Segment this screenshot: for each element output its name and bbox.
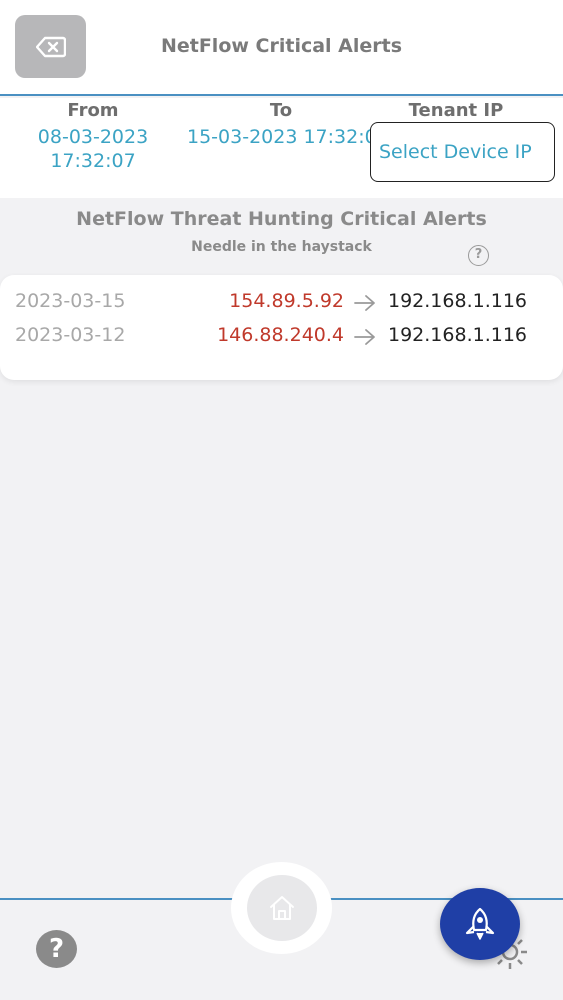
device-ip-placeholder: Select Device IP [379, 141, 532, 163]
date-filters: From 08-03-2023 17:32:07 To 15-03-2023 1… [0, 98, 563, 198]
alert-dest-ip: 192.168.1.116 [388, 290, 528, 312]
help-button[interactable]: ? [36, 930, 77, 968]
top-header: NetFlow Critical Alerts [0, 0, 563, 96]
section-title: NetFlow Threat Hunting Critical Alerts [76, 208, 487, 230]
rocket-fab-button[interactable] [440, 888, 520, 960]
alert-dest-ip: 192.168.1.116 [388, 324, 528, 346]
page-title: NetFlow Critical Alerts [160, 35, 403, 57]
from-date[interactable]: 08-03-2023 [28, 125, 158, 150]
from-time[interactable]: 17:32:07 [28, 149, 158, 174]
rocket-icon [465, 907, 495, 940]
alert-date: 2023-03-12 [15, 324, 126, 346]
alert-source-ip: 146.88.240.4 [217, 324, 344, 346]
tenant-ip-label: Tenant IP [408, 100, 504, 121]
arrow-right-icon [354, 329, 375, 345]
arrow-right-icon [354, 295, 375, 311]
alert-row[interactable]: 2023-03-15 154.89.5.92 192.168.1.116 [0, 290, 563, 320]
to-datetime[interactable]: 15-03-2023 17:32:07 [187, 125, 377, 150]
help-icon[interactable]: ? [468, 245, 489, 266]
from-label: From [67, 100, 119, 121]
home-icon [269, 896, 294, 920]
alerts-list: 2023-03-15 154.89.5.92 192.168.1.116 202… [0, 275, 563, 380]
device-ip-select[interactable]: Select Device IP [370, 122, 555, 182]
alert-source-ip: 154.89.5.92 [229, 290, 344, 312]
home-button[interactable] [231, 862, 332, 954]
alert-date: 2023-03-15 [15, 290, 126, 312]
to-label: To [269, 100, 293, 121]
home-button-inner [246, 875, 317, 941]
alert-row[interactable]: 2023-03-12 146.88.240.4 192.168.1.116 [0, 324, 563, 354]
